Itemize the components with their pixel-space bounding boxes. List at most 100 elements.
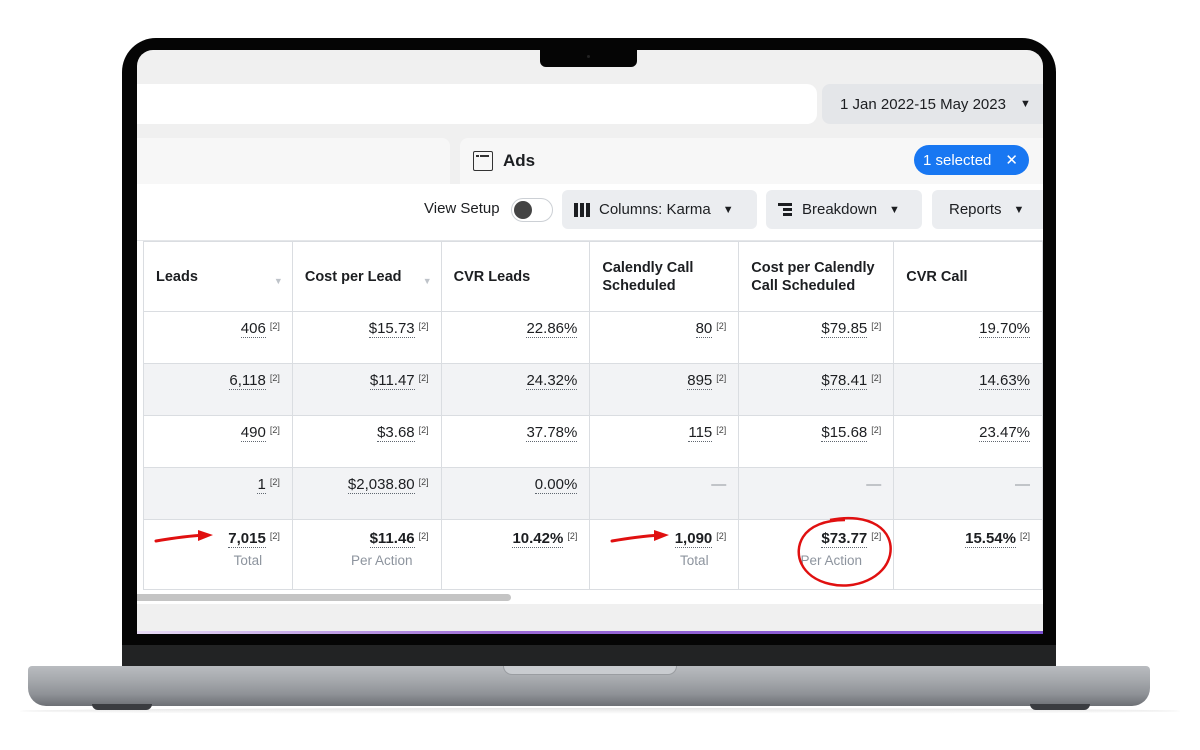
cell-value[interactable]: 895 bbox=[687, 372, 713, 390]
breakdown-button[interactable]: Breakdown ▼ bbox=[766, 190, 922, 229]
breakdown-icon bbox=[778, 202, 792, 217]
table-cell: 490 [2] bbox=[143, 415, 293, 468]
cell-value[interactable]: 23.47% bbox=[979, 424, 1030, 442]
total-sublabel: Total bbox=[233, 553, 263, 568]
screen: 1 Jan 2022-15 May 2023 ▼ Ads 1 selected … bbox=[137, 50, 1043, 634]
sort-icon[interactable]: ▼ bbox=[274, 272, 283, 290]
footnote-marker: [2] bbox=[418, 425, 429, 435]
cell-value[interactable]: $3.68 bbox=[377, 424, 415, 442]
total-value[interactable]: 10.42% bbox=[512, 530, 564, 548]
cell-value[interactable]: 19.70% bbox=[979, 320, 1030, 338]
reports-label: Reports bbox=[949, 201, 1002, 218]
table-cell: 115 [2] bbox=[589, 415, 740, 468]
total-cell: 7,015 [2] Total bbox=[143, 519, 293, 590]
footnote-marker: [2] bbox=[269, 477, 280, 487]
footnote-marker: [2] bbox=[1019, 531, 1030, 541]
empty-value: — bbox=[866, 476, 882, 493]
total-value[interactable]: 1,090 bbox=[674, 530, 713, 548]
footnote-marker: [2] bbox=[716, 321, 727, 331]
date-range-label: 1 Jan 2022-15 May 2023 bbox=[840, 95, 1006, 113]
tab-ads-label: Ads bbox=[503, 151, 536, 170]
selection-badge[interactable]: 1 selected ✕ bbox=[914, 145, 1029, 175]
cell-value[interactable]: $15.73 bbox=[368, 320, 415, 338]
column-header-cost-per-calendly-call[interactable]: Cost per Calendly Call Scheduled bbox=[738, 241, 895, 312]
footnote-marker: [2] bbox=[269, 373, 280, 383]
column-header-cost-per-lead[interactable]: Cost per Lead ▼ bbox=[291, 241, 442, 312]
column-header-cvr-call[interactable]: CVR Call bbox=[893, 241, 1043, 312]
columns-button[interactable]: Columns: Karma ▼ bbox=[562, 190, 757, 229]
total-value[interactable]: $73.77 bbox=[821, 530, 868, 548]
clear-selection-icon[interactable]: ✕ bbox=[1005, 151, 1018, 169]
cell-value[interactable]: 115 bbox=[688, 424, 713, 442]
total-cell: $73.77 [2] Per Action bbox=[738, 519, 895, 590]
footnote-marker: [2] bbox=[716, 373, 727, 383]
table-row: 490 [2] $3.68 [2] 37.78% 115 [2] $15.68 [2] 23.47… bbox=[143, 415, 1043, 468]
total-cell: 15.54% [2] bbox=[893, 519, 1043, 590]
view-setup-toggle[interactable] bbox=[511, 198, 553, 222]
table-cell: 24.32% bbox=[440, 363, 591, 416]
total-value[interactable]: 7,015 bbox=[228, 530, 266, 548]
total-cell: 1,090 [2] Total bbox=[589, 519, 740, 590]
sort-icon[interactable]: ▼ bbox=[423, 272, 432, 290]
footnote-marker: [2] bbox=[269, 531, 280, 541]
caret-down-icon: ▼ bbox=[722, 203, 734, 216]
cell-value[interactable]: 80 bbox=[695, 320, 713, 338]
breakdown-label: Breakdown bbox=[802, 201, 878, 218]
column-header-leads[interactable]: Leads ▼ bbox=[143, 241, 293, 312]
table-cell: 6,118 [2] bbox=[143, 363, 293, 416]
camera-notch bbox=[540, 50, 637, 67]
footnote-marker: [2] bbox=[871, 373, 882, 383]
metrics-table: Leads ▼ Cost per Lead ▼ CVR Leads Calendly… bbox=[143, 241, 1043, 590]
cell-value[interactable]: 6,118 bbox=[229, 372, 266, 390]
empty-value: — bbox=[711, 476, 727, 493]
table-row: 6,118 [2] $11.47 [2] 24.32% 895 [2] $78.41 [2] 14… bbox=[143, 363, 1043, 416]
horizontal-scrollbar[interactable] bbox=[137, 594, 511, 601]
columns-label: Columns: Karma bbox=[599, 201, 711, 218]
cell-value[interactable]: 14.63% bbox=[979, 372, 1030, 390]
total-value[interactable]: $11.46 bbox=[369, 530, 415, 548]
total-value[interactable]: 15.54% bbox=[965, 530, 1016, 548]
cell-value[interactable]: $78.41 bbox=[821, 372, 868, 390]
cell-value[interactable]: $79.85 bbox=[821, 320, 868, 338]
accent-line bbox=[137, 631, 1043, 634]
camera-icon bbox=[587, 55, 590, 58]
empty-value: — bbox=[1015, 476, 1030, 493]
toggle-knob bbox=[514, 201, 532, 219]
column-header-calendly-call-scheduled[interactable]: Calendly Call Scheduled bbox=[589, 241, 740, 312]
laptop-foot bbox=[92, 704, 152, 710]
laptop-lid-notch bbox=[503, 666, 677, 675]
cell-value[interactable]: 490 bbox=[240, 424, 266, 442]
cell-value[interactable]: 406 bbox=[240, 320, 266, 338]
footnote-marker: [2] bbox=[716, 531, 727, 541]
tab-ad-sets[interactable] bbox=[137, 138, 450, 184]
footnote-marker: [2] bbox=[871, 531, 882, 541]
cell-value[interactable]: 22.86% bbox=[526, 320, 578, 338]
cell-value[interactable]: $2,038.80 bbox=[347, 476, 415, 494]
header-row: Leads ▼ Cost per Lead ▼ CVR Leads Calendly… bbox=[143, 241, 1043, 312]
table-cell: 14.63% bbox=[893, 363, 1043, 416]
table-cell: 406 [2] bbox=[143, 311, 293, 364]
cell-value[interactable]: $11.47 bbox=[369, 372, 415, 390]
columns-icon bbox=[574, 202, 590, 217]
cell-value[interactable]: $15.68 bbox=[821, 424, 868, 442]
search-input[interactable] bbox=[137, 84, 817, 124]
table-cell: 80 [2] bbox=[589, 311, 740, 364]
selection-label: 1 selected bbox=[923, 151, 992, 169]
table-cell: $2,038.80 [2] bbox=[291, 467, 442, 520]
total-sublabel: Per Action bbox=[350, 553, 413, 568]
cell-value[interactable]: 1 bbox=[257, 476, 266, 494]
table-cell: 22.86% bbox=[440, 311, 591, 364]
total-sublabel: Total bbox=[680, 553, 709, 568]
total-cell: $11.46 [2] Per Action bbox=[291, 519, 442, 590]
reports-button[interactable]: Reports ▼ bbox=[932, 190, 1043, 229]
footnote-marker: [2] bbox=[418, 477, 429, 487]
caret-down-icon: ▼ bbox=[1013, 203, 1025, 216]
cell-value[interactable]: 37.78% bbox=[526, 424, 578, 442]
table-cell: $15.68 [2] bbox=[738, 415, 895, 468]
column-header-cvr-leads[interactable]: CVR Leads bbox=[440, 241, 591, 312]
cell-value[interactable]: 24.32% bbox=[526, 372, 578, 390]
cell-value[interactable]: 0.00% bbox=[534, 476, 578, 494]
footnote-marker: [2] bbox=[269, 425, 280, 435]
footnote-marker: [2] bbox=[418, 373, 429, 383]
date-range-picker[interactable]: 1 Jan 2022-15 May 2023 ▼ bbox=[822, 84, 1043, 124]
